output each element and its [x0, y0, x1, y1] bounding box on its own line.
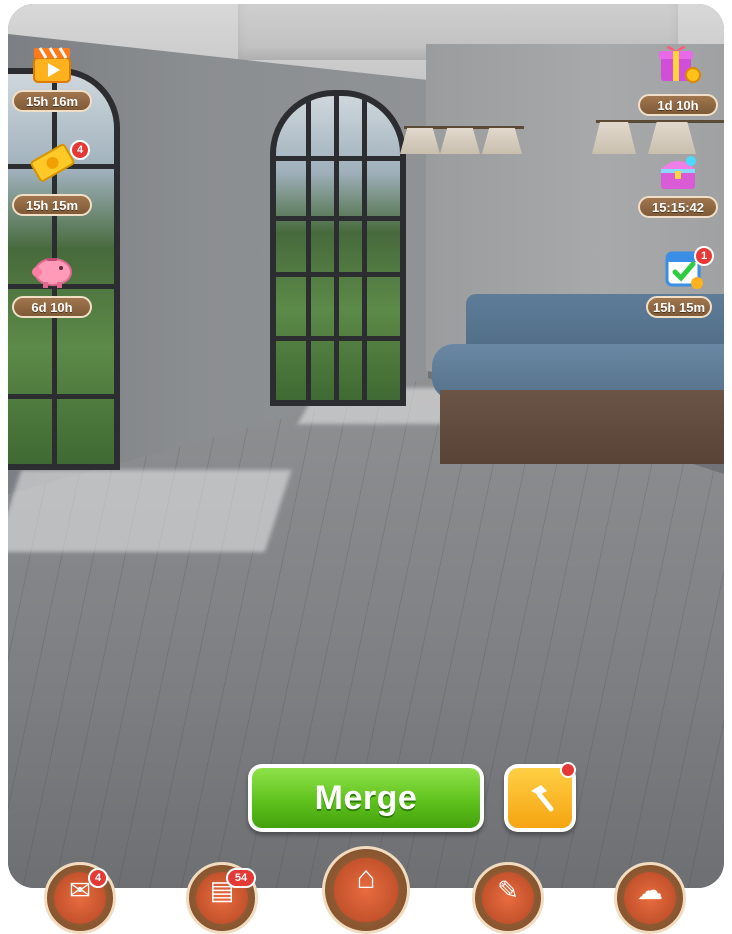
piggy-bank-icon: [27, 248, 77, 292]
gift-offer-widget[interactable]: 1d 10h: [638, 40, 718, 118]
game-viewport: [8, 4, 724, 888]
notification-badge: 4: [70, 140, 90, 160]
clapperboard-icon: [27, 42, 77, 86]
bottom-tab-home[interactable]: ⌂: [322, 846, 410, 934]
gift-coins-icon: [653, 40, 703, 84]
home-icon: ⌂: [356, 859, 376, 895]
bottom-tab-4[interactable]: ✎: [472, 862, 544, 934]
widget-timer: 15h 16m: [12, 90, 92, 112]
hammer-icon: [508, 768, 572, 828]
notification-badge: 1: [694, 246, 714, 266]
widget-timer: 15h 15m: [12, 194, 92, 216]
notification-dot: [560, 762, 576, 778]
tab-icon: ✎: [497, 875, 519, 905]
notification-badge: 4: [88, 868, 108, 888]
arched-window-center: [270, 90, 406, 406]
widget-timer: 15h 15m: [646, 296, 712, 318]
treasure-chest-widget[interactable]: 15:15:42: [638, 150, 718, 220]
sunlight-patch: [8, 470, 292, 552]
ticket-event-widget[interactable]: 4 15h 15m: [12, 140, 92, 216]
tab-icon: ☁: [637, 875, 663, 905]
piggy-bank-widget[interactable]: 6d 10h: [12, 248, 92, 318]
widget-timer: 1d 10h: [638, 94, 718, 116]
widget-timer: 6d 10h: [12, 296, 92, 318]
merge-button[interactable]: Merge: [248, 764, 484, 832]
daily-tasks-widget[interactable]: 1 15h 15m: [644, 246, 724, 318]
notification-badge: 54: [226, 868, 256, 888]
widget-timer: 15:15:42: [638, 196, 718, 218]
treasure-chest-icon: [653, 150, 703, 194]
sofa: [432, 294, 724, 470]
bottom-tab-5[interactable]: ☁: [614, 862, 686, 934]
merge-button-label: Merge: [252, 768, 480, 828]
video-reward-widget[interactable]: 15h 16m: [12, 42, 92, 116]
